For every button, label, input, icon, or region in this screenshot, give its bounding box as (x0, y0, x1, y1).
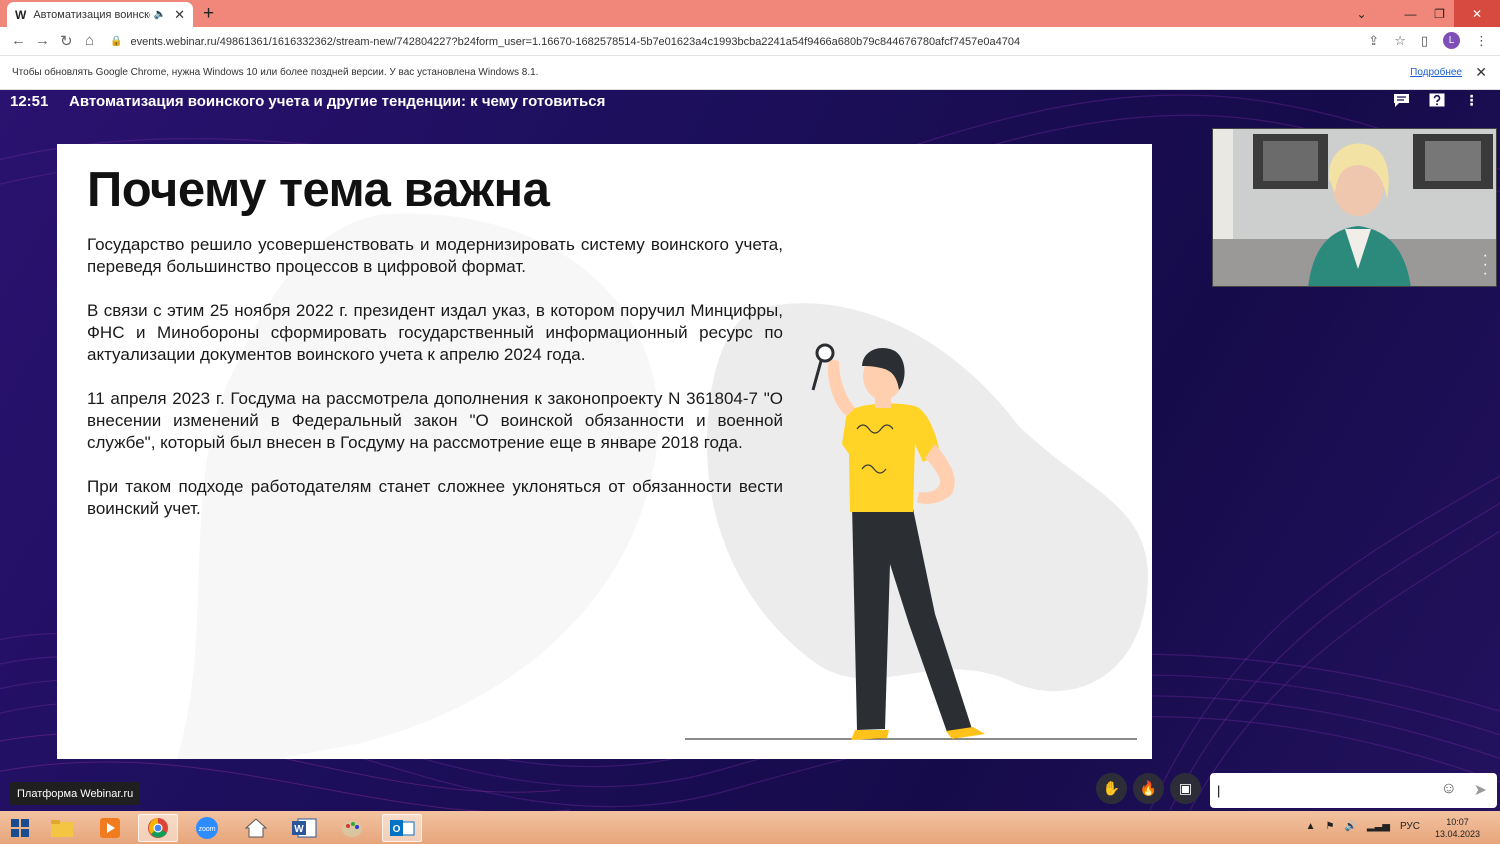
webinar-stage: 12:51 Автоматизация воинского учета и др… (0, 90, 1500, 811)
tab-title: Автоматизация воинского у (33, 8, 150, 21)
more-vertical-icon[interactable]: ⋮ (1463, 92, 1480, 109)
slide-paragraph: Государство решило усовершенствовать и м… (87, 235, 783, 276)
house-icon (244, 818, 268, 838)
lock-icon[interactable]: 🔒 (110, 36, 122, 47)
magnifier-lens (815, 343, 835, 363)
windows-taskbar: zoom W O ▲ ⚑ 🔊 ▂▃▅ РУС 10:07 13.04.2023 (0, 811, 1500, 844)
menu-kebab-icon[interactable]: ⋮ (1475, 33, 1488, 49)
reload-icon[interactable]: ↻ (60, 32, 73, 50)
audio-playing-icon[interactable]: 🔈 (154, 9, 166, 20)
video-options-icon[interactable]: · · · (1483, 248, 1488, 282)
taskbar-chrome[interactable] (138, 814, 178, 842)
question-icon[interactable] (1428, 92, 1445, 109)
toolbar-actions: ⇪ ☆ ▯ L ⋮ (1368, 32, 1488, 49)
taskbar-home[interactable] (236, 814, 276, 842)
slide-paragraph: В связи с этим 25 ноября 2022 г. президе… (87, 301, 783, 364)
volume-icon[interactable]: 🔊 (1344, 821, 1356, 832)
svg-text:O: O (393, 824, 401, 835)
presentation-slide: Почему тема важна Государство решило усо… (57, 144, 1152, 759)
taskbar-explorer[interactable] (42, 814, 82, 842)
forward-arrow-icon[interactable]: → (35, 32, 50, 49)
clock-date: 13.04.2023 (1434, 829, 1480, 839)
folder-icon (51, 820, 73, 837)
svg-text:zoom: zoom (198, 826, 215, 833)
taskbar-zoom[interactable]: zoom (187, 814, 227, 842)
share-icon[interactable]: ⇪ (1368, 33, 1379, 49)
chat-box: ☺ ➤ (1210, 773, 1497, 808)
new-tab-button[interactable]: + (203, 3, 214, 25)
slide-body: Государство решило усовершенствовать и м… (87, 234, 783, 542)
emoji-icon[interactable]: ☺ (1441, 780, 1457, 798)
hand-icon: ✋ (1102, 780, 1121, 796)
pip-icon: ▣ (1178, 780, 1193, 796)
slide-paragraph: При таком подходе работодателям станет с… (87, 477, 783, 518)
platform-badge: Платформа Webinar.ru (10, 782, 141, 805)
infobar-close-icon[interactable]: ✕ (1475, 64, 1487, 81)
taskbar-clock[interactable]: 10:07 13.04.2023 (1435, 816, 1480, 840)
taskbar-paint[interactable] (332, 814, 372, 842)
raise-hand-button[interactable]: ✋ (1096, 773, 1127, 804)
word-icon: W (292, 818, 317, 838)
window-close-button[interactable]: ✕ (1454, 0, 1500, 27)
slide-paragraph: 11 апреля 2023 г. Госдума на рассмотрела… (87, 389, 783, 452)
home-icon[interactable]: ⌂ (85, 32, 94, 49)
start-button[interactable] (0, 814, 40, 842)
tab-search-chevron-icon[interactable]: ⌄ (1347, 0, 1376, 27)
infobar-message: Чтобы обновлять Google Chrome, нужна Win… (12, 67, 539, 78)
browser-tabbar: W Автоматизация воинского у 🔈 ✕ + ⌄ — ❐ … (0, 0, 1500, 27)
media-player-icon (100, 818, 120, 838)
restore-button[interactable]: ❐ (1425, 0, 1454, 27)
taskbar-media-player[interactable] (90, 814, 130, 842)
tab-close-icon[interactable]: ✕ (174, 7, 185, 23)
svg-text:W: W (294, 824, 304, 835)
profile-avatar[interactable]: L (1443, 32, 1460, 49)
stream-time: 12:51 (10, 93, 49, 110)
system-tray: ▲ ⚑ 🔊 ▂▃▅ РУС (1306, 821, 1420, 832)
tray-expand-icon[interactable]: ▲ (1306, 821, 1316, 832)
chat-icon[interactable] (1393, 92, 1410, 109)
zoom-icon: zoom (196, 817, 218, 839)
speaker-video-frame (1213, 129, 1496, 286)
browser-toolbar: ← → ↻ ⌂ 🔒 events.webinar.ru/49861361/161… (0, 27, 1500, 56)
clock-time: 10:07 (1446, 817, 1469, 827)
slide-heading: Почему тема важна (87, 163, 550, 217)
bookmark-star-icon[interactable]: ☆ (1394, 33, 1406, 49)
palette-icon (342, 821, 362, 837)
minimize-button[interactable]: — (1396, 0, 1425, 27)
webinar-favicon-icon: W (15, 7, 27, 22)
chrome-icon (148, 818, 168, 838)
side-panel-icon[interactable]: ▯ (1421, 33, 1428, 49)
send-icon[interactable]: ➤ (1474, 780, 1487, 800)
fire-icon: 🔥 (1139, 780, 1158, 796)
speaker-video[interactable]: · · · (1212, 128, 1497, 287)
back-arrow-icon[interactable]: ← (11, 32, 26, 49)
network-icon[interactable]: ▂▃▅ (1367, 821, 1390, 832)
chat-input[interactable] (1217, 780, 1427, 800)
language-indicator[interactable]: РУС (1400, 821, 1420, 832)
window-controls: ⌄ — ❐ ✕ (1347, 0, 1500, 27)
outlook-icon: O (390, 820, 415, 836)
infobar-more-link[interactable]: Подробнее (1410, 67, 1462, 78)
picture-in-picture-button[interactable]: ▣ (1170, 773, 1201, 804)
taskbar-outlook[interactable]: O (382, 814, 422, 842)
browser-tab[interactable]: W Автоматизация воинского у 🔈 ✕ (7, 2, 193, 27)
flag-icon[interactable]: ⚑ (1325, 821, 1334, 832)
reaction-button[interactable]: 🔥 (1133, 773, 1164, 804)
webinar-title: Автоматизация воинского учета и другие т… (69, 93, 606, 110)
windows-logo-icon (11, 819, 29, 837)
header-actions: ⋮ (1393, 92, 1480, 109)
taskbar-word[interactable]: W (284, 814, 324, 842)
update-infobar: Чтобы обновлять Google Chrome, нужна Win… (0, 56, 1500, 90)
url-text: events.webinar.ru/49861361/1616332362/st… (130, 35, 1021, 48)
address-bar[interactable]: 🔒 events.webinar.ru/49861361/1616332362/… (110, 31, 1420, 52)
